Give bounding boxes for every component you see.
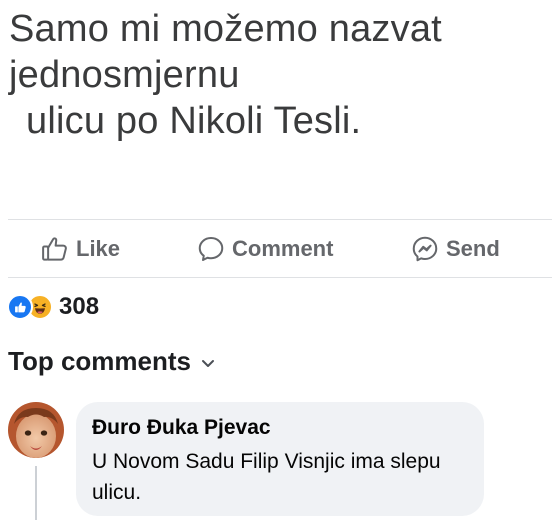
post-text-line: jednosmjernu (9, 54, 240, 96)
comment-button[interactable]: Comment (196, 228, 333, 270)
chevron-down-icon (201, 353, 215, 374)
actions-bottom-divider (8, 277, 552, 278)
top-comments-sort[interactable]: Top comments (8, 346, 215, 377)
reactions-summary[interactable]: 308 (7, 292, 99, 322)
comment-bubble: Đuro Đuka Pjevac U Novom Sadu Filip Visn… (76, 402, 484, 516)
post-text-line: Samo mi možemo nazvat (9, 8, 442, 50)
top-comments-label: Top comments (8, 346, 191, 376)
send-button[interactable]: Send (410, 228, 500, 270)
messenger-icon (410, 234, 440, 264)
post-action-bar: Like Comment Send (0, 228, 552, 270)
post-text-line: ulicu po Nikoli Tesli. (26, 100, 362, 142)
send-label: Send (446, 236, 500, 261)
post-text: Samo mi možemo nazvat jednosmjernu ulicu… (9, 6, 549, 144)
comment-bubble-icon (196, 234, 226, 264)
comment-thread-line (35, 466, 37, 520)
thumbs-up-icon (40, 234, 70, 264)
comment-author[interactable]: Đuro Đuka Pjevac (92, 416, 468, 440)
comment-label: Comment (232, 236, 334, 261)
actions-top-divider (8, 219, 552, 220)
like-button[interactable]: Like (40, 228, 120, 270)
like-label: Like (76, 236, 121, 261)
avatar[interactable] (8, 402, 64, 458)
comment-text: U Novom Sadu Filip Visnjic ima slepu uli… (92, 450, 441, 504)
like-reaction-icon (7, 294, 33, 320)
reaction-count: 308 (59, 293, 100, 320)
